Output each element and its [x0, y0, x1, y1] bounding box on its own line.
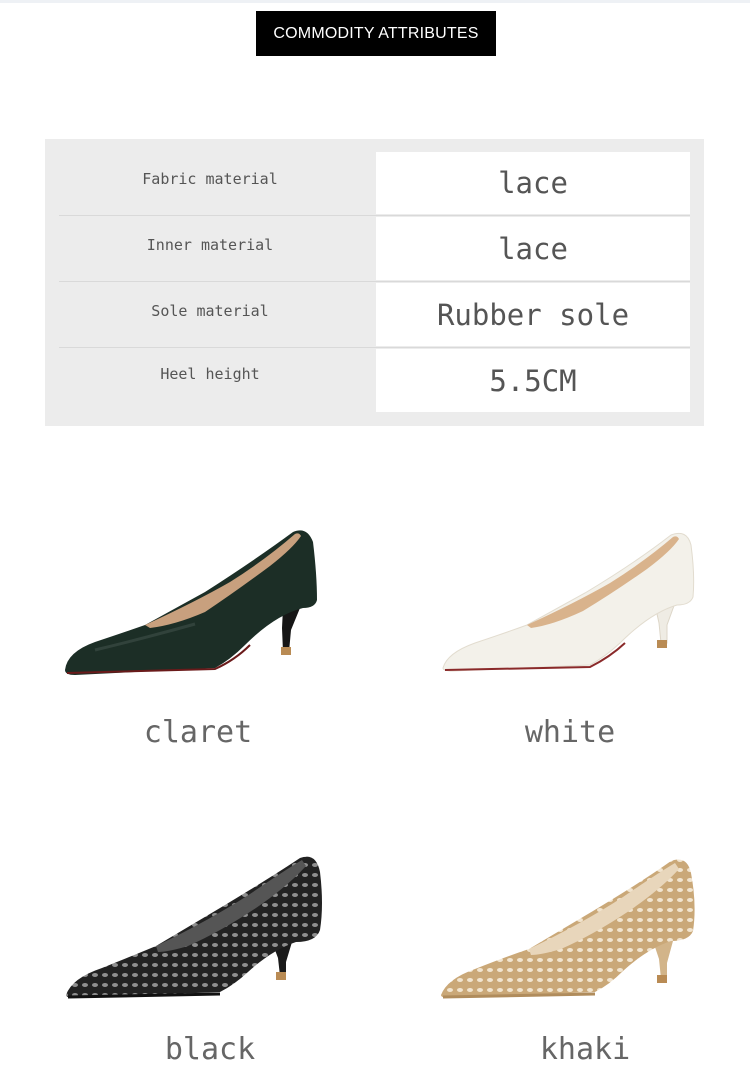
color-label-black: black [164, 1032, 256, 1067]
attribute-row-sole: Sole material Rubber sole [45, 283, 704, 346]
row-divider [59, 347, 690, 348]
color-label-claret: claret [143, 715, 253, 750]
attribute-value: Rubber sole [376, 283, 690, 346]
commodity-attributes-banner: COMMODITY ATTRIBUTES [256, 11, 496, 56]
top-divider [0, 0, 750, 3]
row-divider [59, 215, 690, 216]
attribute-row-fabric: Fabric material lace [45, 152, 704, 214]
attribute-label: Fabric material [142, 170, 278, 188]
attributes-table: Fabric material lace Inner material lace… [45, 139, 704, 426]
attribute-value: lace [376, 217, 690, 280]
attribute-value: 5.5CM [376, 349, 690, 412]
shoe-image-khaki [441, 859, 695, 999]
shoe-image-claret [65, 530, 317, 675]
attribute-row-heel: Heel height 5.5CM [45, 349, 704, 412]
shoe-image-white [442, 532, 695, 672]
attribute-value: lace [376, 152, 690, 214]
attribute-label: Sole material [151, 302, 269, 320]
attribute-label: Heel height [160, 365, 260, 383]
color-label-khaki: khaki [539, 1032, 631, 1067]
color-label-white: white [524, 715, 616, 750]
attribute-row-inner: Inner material lace [45, 217, 704, 280]
shoe-image-black [66, 856, 322, 999]
row-divider [59, 281, 690, 282]
attribute-label: Inner material [146, 236, 274, 254]
